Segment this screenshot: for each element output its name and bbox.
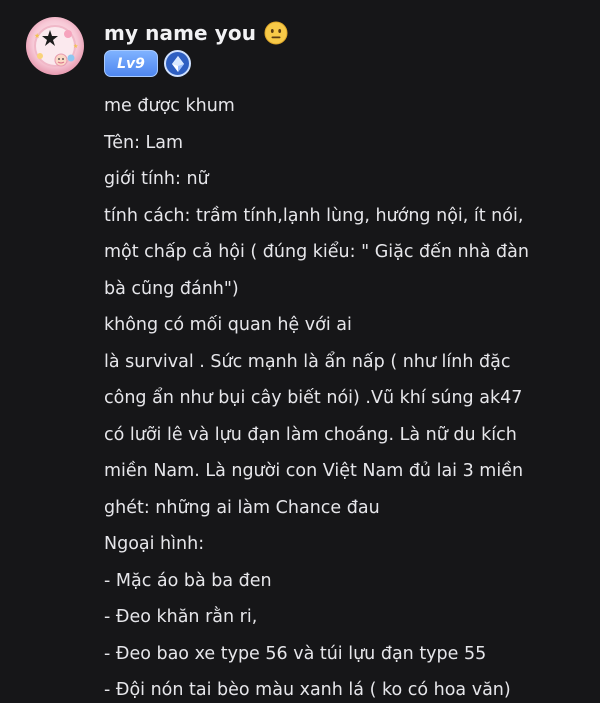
svg-text:★: ★	[34, 32, 40, 40]
level-badge[interactable]: Lv9	[104, 50, 158, 77]
author-name[interactable]: my name you	[104, 21, 256, 45]
author-badges: Lv9	[104, 50, 191, 77]
author-row: my name you	[104, 17, 288, 49]
post-body-line: bà cũng đánh")	[104, 278, 239, 299]
post-body-line: - Đeo khăn rằn ri,	[104, 607, 258, 627]
post-body-line: ghét: những ai làm Chance đau	[104, 497, 380, 518]
post-body-line: một chấp cả hội ( đúng kiểu: " Giặc đến …	[104, 242, 529, 262]
post-body-line: công ẩn như bụi cây biết nói) .Vũ khí sú…	[104, 388, 523, 408]
avatar-image: ★ ★	[26, 17, 84, 75]
post-body-line: là survival . Sức mạnh là ẩn nấp ( như l…	[104, 351, 511, 372]
post-body-line: không có mối quan hệ với ai	[104, 315, 352, 335]
post-body-line: - Đội nón tai bèo màu xanh lá ( ko có ho…	[104, 680, 511, 700]
post-body-line: - Đeo bao xe type 56 và túi lựu đạn type…	[104, 643, 487, 664]
post-body-line: - Mặc áo bà ba đen	[104, 570, 272, 591]
post-body-line: miền Nam. Là người con Việt Nam đủ lai 3…	[104, 461, 524, 481]
post-body-line: me được khum	[104, 96, 235, 116]
level-badge-label: Lv9	[117, 55, 145, 72]
gem-badge[interactable]	[164, 50, 191, 77]
avatar[interactable]: ★ ★	[25, 16, 85, 76]
post-body-line: Tên: Lam	[104, 132, 184, 153]
gem-icon	[171, 55, 184, 72]
post-card: ★ ★ my name you Lv9 me được khum Tên: La…	[0, 0, 600, 703]
post-body: me được khum Tên: Lam giới tính: nữ tính…	[104, 88, 574, 703]
neutral-face-emoji-icon	[264, 21, 288, 45]
post-body-line: giới tính: nữ	[104, 169, 209, 189]
post-body-line: Ngoại hình:	[104, 534, 205, 554]
svg-text:★: ★	[73, 43, 78, 50]
post-body-line: tính cách: trầm tính,lạnh lùng, hướng nộ…	[104, 205, 524, 226]
post-body-line: có lưỡi lê và lựu đạn làm choáng. Là nữ …	[104, 424, 517, 445]
